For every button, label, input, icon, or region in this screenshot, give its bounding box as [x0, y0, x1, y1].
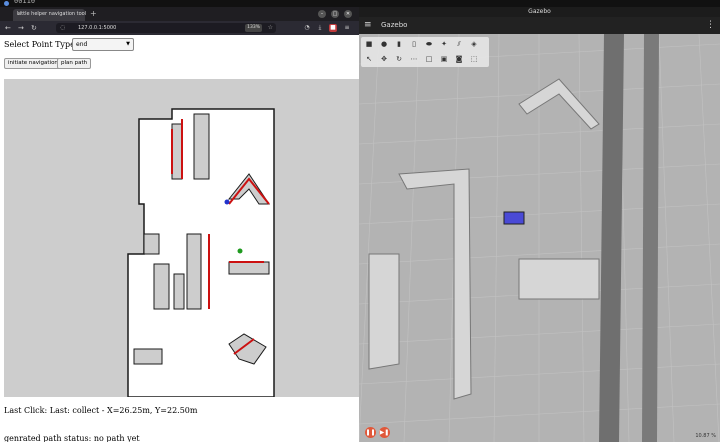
obstacle	[228, 261, 270, 275]
plan-path-button[interactable]: plan path	[57, 58, 92, 69]
grid-snap-icon[interactable]: ⋯	[409, 54, 419, 64]
zoom-badge[interactable]: 133%	[245, 24, 262, 32]
gazebo-window: Gazebo ≡ Gazebo ⋮ ■ ● ▮ ▯ ⬬ ✦ ⫽ ◈ ↖ ✥ ↻ …	[359, 7, 720, 442]
goal-dot	[224, 199, 230, 205]
step-button[interactable]: ▶❚	[379, 427, 390, 438]
record-icon[interactable]: ⬚	[469, 54, 479, 64]
app-name: Gazebo	[381, 21, 408, 29]
directional-light-icon[interactable]: ⫽	[454, 39, 464, 49]
rotate-tool-icon[interactable]: ↻	[394, 54, 404, 64]
cylinder-shape-icon[interactable]: ▮	[394, 39, 404, 49]
downloads-icon[interactable]: ⤓	[316, 24, 324, 32]
obstacle	[193, 113, 210, 180]
back-icon[interactable]: ←	[5, 23, 11, 33]
last-click-text: Last Click: Last: collect - X=26.25m, Y=…	[4, 406, 198, 415]
wall	[368, 253, 400, 370]
menu-icon[interactable]: ≡	[343, 24, 351, 32]
pause-button[interactable]: ❚❚	[365, 427, 376, 438]
obstacle	[133, 348, 163, 365]
map-canvas[interactable]	[4, 79, 359, 397]
pocket-icon[interactable]: ◔	[303, 24, 311, 32]
robot-model[interactable]	[503, 211, 525, 225]
occupancy-map[interactable]	[4, 79, 359, 397]
obstacle	[171, 123, 183, 180]
initiate-navigation-button[interactable]: initiate navigation	[4, 58, 62, 69]
path-status-text: genrated path status: no path yet	[4, 434, 140, 442]
forward-icon[interactable]: →	[18, 23, 24, 33]
shield-icon: ◌	[60, 24, 66, 31]
obstacle	[186, 233, 202, 310]
wall	[518, 78, 600, 130]
url-text: 127.0.0.1:5000	[78, 25, 117, 31]
desktop-topbar: 00110	[0, 0, 720, 7]
view-icon[interactable]: □	[424, 54, 434, 64]
wall	[599, 34, 624, 442]
obstacle	[143, 233, 160, 255]
browser-tab[interactable]: Little helper navigation tool ✕	[13, 9, 86, 21]
close-window-icon[interactable]: ✕	[344, 10, 352, 18]
point-type-select[interactable]: end ▼	[72, 38, 134, 51]
more-options-icon[interactable]: ⋮	[706, 20, 715, 31]
ellipsoid-shape-icon[interactable]: ⬬	[424, 39, 434, 49]
chevron-down-icon: ▼	[126, 41, 130, 47]
box-shape-icon[interactable]: ■	[364, 39, 374, 49]
bookmark-star-icon[interactable]: ☆	[268, 24, 273, 32]
wall	[518, 258, 600, 300]
workspace-label: 00110	[14, 0, 36, 5]
minimize-icon[interactable]: –	[318, 10, 326, 18]
obstacle	[153, 263, 170, 310]
new-tab-icon[interactable]: +	[90, 9, 97, 19]
gazebo-menubar: ≡ Gazebo ⋮	[359, 17, 720, 34]
reload-icon[interactable]: ↻	[31, 23, 37, 33]
screenshot-icon[interactable]: ▣	[439, 54, 449, 64]
select-tool-icon[interactable]: ↖	[364, 54, 374, 64]
workspace-icon	[4, 1, 9, 6]
rtf-status: 10.87 %	[695, 433, 716, 439]
hamburger-menu-icon[interactable]: ≡	[364, 20, 372, 31]
page-content: Select Point Type: end ▼ initiate naviga…	[0, 35, 359, 442]
robot-position-dot	[237, 248, 243, 254]
spot-light-icon[interactable]: ◈	[469, 39, 479, 49]
tab-strip: Little helper navigation tool ✕ + – □ ✕	[0, 7, 359, 21]
translate-tool-icon[interactable]: ✥	[379, 54, 389, 64]
browser-window: Little helper navigation tool ✕ + – □ ✕ …	[0, 7, 359, 442]
camera-icon[interactable]: ◙	[454, 54, 464, 64]
3d-scene[interactable]: ■ ● ▮ ▯ ⬬ ✦ ⫽ ◈ ↖ ✥ ↻ ⋯ □ ▣ ◙ ⬚ ❚❚ ▶❚ 10…	[359, 34, 720, 442]
select-label: Select Point Type:	[4, 40, 78, 49]
scene-canvas[interactable]	[359, 34, 720, 442]
maximize-icon[interactable]: □	[331, 10, 339, 18]
wall	[642, 34, 659, 442]
capsule-shape-icon[interactable]: ▯	[409, 39, 419, 49]
window-title: Gazebo	[359, 7, 720, 17]
extension-icon[interactable]: ■	[329, 24, 337, 32]
nav-bar: ← → ↻ ◌ 127.0.0.1:5000 133% ☆ ◔ ⤓ ■ ≡	[0, 21, 359, 35]
scene-toolbar: ■ ● ▮ ▯ ⬬ ✦ ⫽ ◈ ↖ ✥ ↻ ⋯ □ ▣ ◙ ⬚	[361, 37, 489, 67]
point-light-icon[interactable]: ✦	[439, 39, 449, 49]
sphere-shape-icon[interactable]: ●	[379, 39, 389, 49]
close-tab-icon[interactable]: ✕	[17, 11, 82, 17]
select-value: end	[76, 41, 88, 48]
obstacle	[173, 273, 185, 310]
url-bar[interactable]: ◌ 127.0.0.1:5000 133% ☆	[56, 23, 276, 33]
